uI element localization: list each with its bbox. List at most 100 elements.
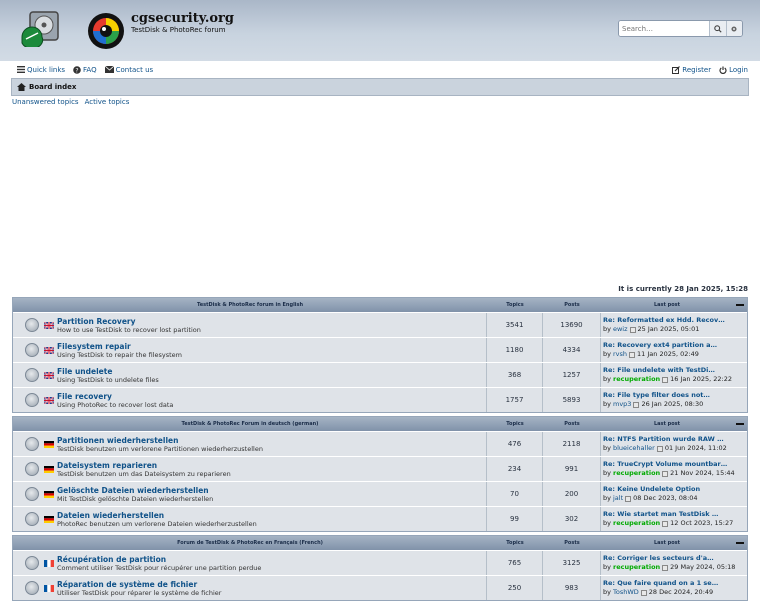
view-latest-post-icon[interactable] xyxy=(662,564,669,571)
forum-name-link[interactable]: Récupération de partition xyxy=(57,555,261,564)
last-post-author-link[interactable]: ewiz xyxy=(613,325,628,334)
search-box xyxy=(618,20,743,37)
last-post-column-header: Last post xyxy=(653,540,681,546)
last-post-author-link[interactable]: blueicehaller xyxy=(613,444,655,453)
collapse-button[interactable] xyxy=(733,422,747,426)
quick-links-menu[interactable]: Quick links xyxy=(17,66,65,74)
forum-name-link[interactable]: Dateisystem reparieren xyxy=(57,461,231,470)
forum-description: Using PhotoRec to recover lost data xyxy=(57,400,174,409)
posts-column-header: Posts xyxy=(564,421,580,427)
contact-link[interactable]: Contact us xyxy=(104,66,153,74)
forum-description: Utiliser TestDisk pour réparer le systèm… xyxy=(57,588,222,597)
posts-column-header: Posts xyxy=(564,540,580,546)
colorful-eye-icon[interactable] xyxy=(87,12,125,50)
forum-name-link[interactable]: File recovery xyxy=(57,392,173,401)
last-post-column-header: Last post xyxy=(653,302,681,308)
last-post-title-link[interactable]: Re: Recovery ext4 partition a… xyxy=(603,341,747,350)
register-label: Register xyxy=(682,65,712,74)
last-post-cell: Re: Keine Undelete Option by jalt 08 Dec… xyxy=(601,482,747,506)
board-index-link[interactable]: Board index xyxy=(29,83,76,91)
collapse-button[interactable] xyxy=(733,541,747,545)
by-label: by xyxy=(603,375,611,383)
forum-main-cell: Gelöschte Dateien wiederherstellen Mit T… xyxy=(13,482,487,506)
category-header: Forum de TestDisk & PhotoRec en Français… xyxy=(13,536,747,550)
collapse-button[interactable] xyxy=(733,303,747,307)
last-post-author-link[interactable]: recuperation xyxy=(613,519,660,528)
view-latest-post-icon[interactable] xyxy=(629,326,636,333)
unanswered-topics-link[interactable]: Unanswered topics xyxy=(12,98,79,106)
view-latest-post-icon[interactable] xyxy=(633,401,640,408)
last-post-author-link[interactable]: jalt xyxy=(613,494,623,503)
last-post-title-link[interactable]: Re: Corriger les secteurs d'a… xyxy=(603,554,747,563)
category-title[interactable]: TestDisk & PhotoRec Forum in deutsch (ge… xyxy=(13,421,487,427)
forum-name-link[interactable]: Partition Recovery xyxy=(57,317,201,326)
search-input[interactable] xyxy=(619,21,709,36)
current-time: It is currently 28 Jan 2025, 15:28 xyxy=(618,285,748,293)
last-post-cell: Re: Que faire quand on a 1 se… by ToshWD… xyxy=(601,576,747,600)
login-link[interactable]: Login xyxy=(719,66,748,74)
hard-drive-icon[interactable] xyxy=(20,11,60,47)
forum-name-link[interactable]: Partitionen wiederherstellen xyxy=(57,436,263,445)
last-post-author-link[interactable]: recuperation xyxy=(613,375,660,384)
last-post-title-link[interactable]: Re: Reformatted ex Hdd. Recov… xyxy=(603,316,747,325)
register-link[interactable]: Register xyxy=(672,66,711,74)
view-latest-post-icon[interactable] xyxy=(662,376,669,383)
site-title[interactable]: cgsecurity.org xyxy=(131,11,234,26)
minus-icon xyxy=(736,541,744,544)
last-post-author-link[interactable]: mvp3 xyxy=(613,400,631,409)
posts-count: 302 xyxy=(543,507,601,531)
forum-list: TestDisk & PhotoRec forum in English Top… xyxy=(0,297,760,601)
forum-row: Réparation de système de fichier Utilise… xyxy=(13,575,747,600)
last-post-cell: Re: Wie startet man TestDisk … by recupe… xyxy=(601,507,747,531)
forum-description: TestDisk benutzen um das Dateisystem zu … xyxy=(57,469,231,478)
last-post-title-link[interactable]: Re: NTFS Partition wurde RAW … xyxy=(603,435,747,444)
last-post-title-link[interactable]: Re: Que faire quand on a 1 se… xyxy=(603,579,747,588)
forum-name-link[interactable]: File undelete xyxy=(57,367,159,376)
view-latest-post-icon[interactable] xyxy=(640,589,647,596)
by-label: by xyxy=(603,563,611,571)
last-post-cell: Re: TrueCrypt Volume mountbar… by recupe… xyxy=(601,457,747,481)
search-button[interactable] xyxy=(709,21,726,36)
forum-name-link[interactable]: Filesystem repair xyxy=(57,342,182,351)
posts-count: 200 xyxy=(543,482,601,506)
faq-label: FAQ xyxy=(83,65,97,74)
last-post-date: 16 Jan 2025, 22:22 xyxy=(670,375,733,383)
forum-read-icon xyxy=(25,343,39,357)
forum-name-link[interactable]: Réparation de système de fichier xyxy=(57,580,221,589)
last-post-author-link[interactable]: recuperation xyxy=(613,469,660,478)
view-latest-post-icon[interactable] xyxy=(625,495,632,502)
active-topics-link[interactable]: Active topics xyxy=(85,98,130,106)
view-latest-post-icon[interactable] xyxy=(656,445,663,452)
last-post-title-link[interactable]: Re: TrueCrypt Volume mountbar… xyxy=(603,460,747,469)
topics-count: 250 xyxy=(487,576,543,600)
uk-flag-icon xyxy=(44,396,54,404)
forum-read-icon xyxy=(25,581,39,595)
last-post-author-link[interactable]: ToshWD xyxy=(613,588,639,597)
forum-description: PhotoRec benutzen um verlorene Dateien w… xyxy=(57,519,257,528)
advanced-search-button[interactable] xyxy=(725,21,742,36)
last-post-author-link[interactable]: recuperation xyxy=(613,563,660,572)
forum-row: Partitionen wiederherstellen TestDisk be… xyxy=(13,431,747,456)
forum-name-link[interactable]: Dateien wiederherstellen xyxy=(57,511,257,520)
last-post-title-link[interactable]: Re: File type filter does not… xyxy=(603,391,747,400)
topics-column-header: Topics xyxy=(506,421,524,427)
posts-count: 4334 xyxy=(543,338,601,362)
category-title[interactable]: Forum de TestDisk & PhotoRec en Français… xyxy=(13,540,487,546)
topics-count: 476 xyxy=(487,432,543,456)
forum-row: File undelete Using TestDisk to undelete… xyxy=(13,362,747,387)
category-title[interactable]: TestDisk & PhotoRec forum in English xyxy=(13,302,487,308)
posts-column-header: Posts xyxy=(564,302,580,308)
last-post-title-link[interactable]: Re: Wie startet man TestDisk … xyxy=(603,510,747,519)
posts-count: 5893 xyxy=(543,388,601,412)
topics-count: 234 xyxy=(487,457,543,481)
category-header: TestDisk & PhotoRec forum in English Top… xyxy=(13,298,747,312)
view-latest-post-icon[interactable] xyxy=(662,520,669,527)
last-post-author-link[interactable]: rvsh xyxy=(613,350,627,359)
last-post-title-link[interactable]: Re: Keine Undelete Option xyxy=(603,485,747,494)
view-latest-post-icon[interactable] xyxy=(662,470,669,477)
forum-main-cell: Partitionen wiederherstellen TestDisk be… xyxy=(13,432,487,456)
last-post-title-link[interactable]: Re: File undelete with TestDi… xyxy=(603,366,747,375)
view-latest-post-icon[interactable] xyxy=(629,351,636,358)
faq-link[interactable]: ? FAQ xyxy=(73,66,97,74)
forum-name-link[interactable]: Gelöschte Dateien wiederherstellen xyxy=(57,486,213,495)
